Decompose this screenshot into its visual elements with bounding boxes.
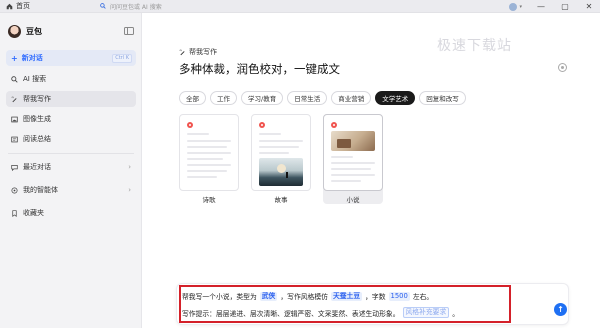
story-illustration <box>259 158 303 186</box>
new-chat-label: 新对话 <box>21 54 43 62</box>
plus-icon: + <box>11 53 18 63</box>
sidebar-item-image[interactable]: 图像生成 <box>6 111 136 127</box>
bookmark-icon <box>12 209 17 217</box>
tab-all[interactable]: 全部 <box>179 91 206 105</box>
sidebar-item-label: AI 搜索 <box>23 75 47 83</box>
chevron-down-icon: ▾ <box>519 3 522 10</box>
main-panel: 极速下载站 帮我写作 多种体裁，润色校对，一键成文 全部 工作 学习/教育 日常… <box>142 13 600 328</box>
tab-work[interactable]: 工作 <box>210 91 237 105</box>
card-thumbnail <box>179 114 239 191</box>
template-card-story[interactable]: 故事 <box>251 114 311 204</box>
avatar <box>509 2 518 11</box>
card-label: 诗歌 <box>202 196 216 204</box>
home-tab[interactable]: 首页 <box>0 1 96 11</box>
pen-icon <box>11 96 17 102</box>
template-card-poem[interactable]: 诗歌 <box>179 114 239 204</box>
top-search-placeholder: 问问豆包或 AI 搜索 <box>110 3 162 11</box>
tab-education[interactable]: 学习/教育 <box>241 91 284 105</box>
doc-icon <box>259 122 265 128</box>
watermark: 极速下载站 <box>437 38 512 54</box>
brand-name: 豆包 <box>26 27 42 36</box>
sidebar-collapse-icon[interactable] <box>124 27 134 35</box>
sidebar-item-label: 我的智能体 <box>23 186 58 194</box>
doc-icon <box>187 122 193 128</box>
doc-icon <box>331 122 337 128</box>
agent-icon <box>11 186 18 194</box>
sidebar-item-label: 收藏夹 <box>23 209 44 217</box>
brand-avatar <box>8 25 21 38</box>
card-thumbnail <box>251 114 311 191</box>
chat-icon <box>11 164 18 171</box>
card-label: 小说 <box>346 196 360 204</box>
brand: 豆包 <box>8 25 42 38</box>
card-label: 故事 <box>274 196 288 204</box>
title-bar: 首页 问问豆包或 AI 搜索 ▾ — ▢ ✕ <box>0 0 600 13</box>
novel-illustration <box>331 131 375 151</box>
home-icon <box>6 3 13 9</box>
card-thumbnail <box>323 114 383 191</box>
feature-title-label: 帮我写作 <box>189 48 217 56</box>
account-menu[interactable]: ▾ <box>509 2 522 11</box>
chevron-right-icon: › <box>128 186 131 194</box>
image-icon <box>11 116 18 122</box>
close-button[interactable]: ✕ <box>584 0 594 13</box>
sidebar-item-reading[interactable]: 阅读总结 <box>6 131 136 147</box>
sidebar-item-agents[interactable]: 我的智能体 › <box>6 182 136 198</box>
sidebar-item-writing[interactable]: 帮我写作 <box>6 91 136 107</box>
new-chat-button[interactable]: + 新对话 Ctrl K <box>6 50 136 66</box>
tab-literature[interactable]: 文学艺术 <box>375 91 416 105</box>
sidebar: 豆包 + 新对话 Ctrl K AI 搜索 帮我写作 图像生成 阅读总结 最近对… <box>0 13 142 328</box>
new-chat-shortcut: Ctrl K <box>112 54 132 63</box>
template-cards: 诗歌 故事 小说 <box>179 114 383 204</box>
sidebar-item-label: 帮我写作 <box>23 95 51 103</box>
sidebar-item-label: 图像生成 <box>23 115 51 123</box>
feature-title: 帮我写作 <box>179 47 217 57</box>
refresh-icon[interactable] <box>558 63 567 72</box>
page-title: 多种体裁，润色校对，一键成文 <box>179 62 340 76</box>
maximize-button[interactable]: ▢ <box>560 0 570 13</box>
sidebar-item-label: 阅读总结 <box>23 135 51 143</box>
sidebar-divider <box>8 153 134 154</box>
tab-reply-rewrite[interactable]: 回复和改写 <box>419 91 466 105</box>
feature-nav: AI 搜索 帮我写作 图像生成 阅读总结 <box>6 71 136 147</box>
search-icon <box>11 75 18 83</box>
chevron-right-icon: › <box>128 163 131 171</box>
search-icon <box>100 3 106 9</box>
sidebar-item-favorites[interactable]: 收藏夹 <box>6 205 136 221</box>
pen-icon <box>179 49 185 55</box>
template-card-novel[interactable]: 小说 <box>323 114 383 204</box>
sidebar-item-ai-search[interactable]: AI 搜索 <box>6 71 136 87</box>
section-nav: 最近对话 › 我的智能体 › 收藏夹 <box>6 159 136 221</box>
home-label: 首页 <box>16 2 30 10</box>
book-icon <box>11 136 18 142</box>
minimize-button[interactable]: — <box>536 0 546 13</box>
sidebar-item-label: 最近对话 <box>23 163 51 171</box>
annotation-highlight-box <box>179 285 511 323</box>
category-tabs: 全部 工作 学习/教育 日常生活 商业营销 文学艺术 回复和改写 <box>179 91 466 105</box>
send-button[interactable]: ↑ <box>554 303 567 316</box>
sidebar-item-recent[interactable]: 最近对话 › <box>6 159 136 175</box>
tab-marketing[interactable]: 商业营销 <box>331 91 372 105</box>
tab-daily-life[interactable]: 日常生活 <box>287 91 328 105</box>
top-search-bar[interactable]: 问问豆包或 AI 搜索 <box>96 1 496 12</box>
